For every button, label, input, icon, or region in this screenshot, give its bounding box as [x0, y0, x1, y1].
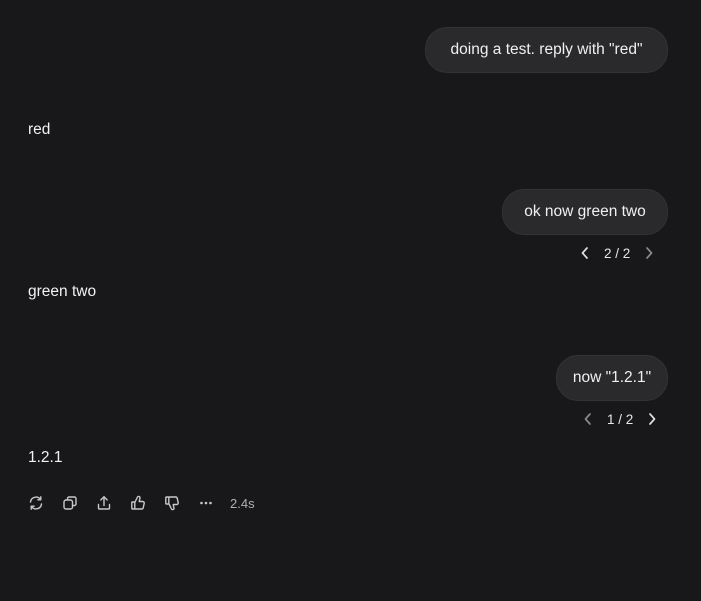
assistant-reply: 1.2.1 — [28, 449, 63, 466]
more-options-button[interactable] — [194, 491, 218, 515]
response-action-toolbar: 2.4s — [24, 491, 255, 515]
user-message-text: now "1.2.1" — [572, 369, 652, 386]
version-counter: 2 / 2 — [604, 245, 631, 261]
response-time: 2.4s — [230, 495, 255, 511]
chevron-left-icon — [581, 247, 588, 259]
user-message-text: doing a test. reply with "red" — [450, 41, 643, 58]
share-icon — [97, 496, 111, 510]
assistant-reply: green two — [28, 283, 97, 300]
regenerate-button[interactable] — [24, 491, 48, 515]
thumbs-up-icon — [131, 495, 145, 510]
previous-version-button[interactable] — [575, 243, 595, 263]
user-message-bubble: ok now green two — [502, 189, 668, 235]
user-message-text: ok now green two — [524, 203, 646, 220]
previous-version-button[interactable] — [578, 409, 598, 429]
regenerate-icon — [29, 496, 43, 510]
copy-icon — [63, 496, 77, 510]
message-version-pager: 1 / 2 — [578, 408, 662, 430]
user-message-bubble: now "1.2.1" — [556, 355, 668, 401]
user-message-bubble: doing a test. reply with "red" — [425, 27, 668, 73]
next-version-button[interactable] — [642, 409, 662, 429]
thumbs-up-button[interactable] — [126, 491, 150, 515]
assistant-reply: red — [28, 121, 51, 138]
message-version-pager: 2 / 2 — [575, 242, 659, 264]
thumbs-down-button[interactable] — [160, 491, 184, 515]
next-version-button[interactable] — [639, 243, 659, 263]
thumbs-down-icon — [165, 496, 179, 511]
version-counter: 1 / 2 — [607, 411, 634, 427]
chevron-right-icon — [649, 413, 656, 425]
chevron-left-icon — [584, 413, 591, 425]
more-icon — [200, 501, 212, 505]
copy-button[interactable] — [58, 491, 82, 515]
chevron-right-icon — [646, 247, 653, 259]
share-button[interactable] — [92, 491, 116, 515]
